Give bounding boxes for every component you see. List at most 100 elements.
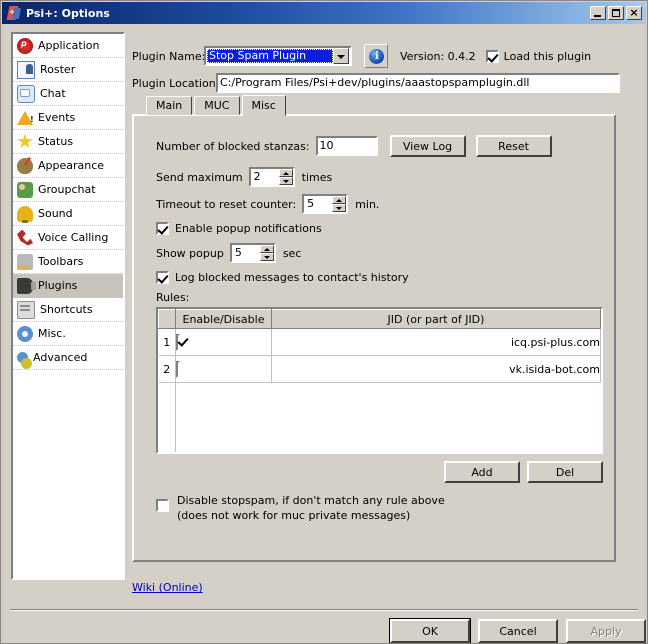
dialog-buttons: OK Cancel Apply bbox=[390, 619, 646, 643]
empty-cell bbox=[176, 383, 272, 455]
stepper-up-icon[interactable] bbox=[332, 196, 346, 204]
stepper-down-icon[interactable] bbox=[260, 253, 274, 261]
plugin-name-label: Plugin Name: bbox=[132, 50, 204, 63]
stepper-arrows[interactable] bbox=[332, 196, 346, 212]
row-number-empty bbox=[159, 383, 176, 455]
events-icon bbox=[17, 111, 33, 125]
sidebar-item-misc[interactable]: Misc. bbox=[13, 322, 123, 346]
timeout-value: 5 bbox=[304, 196, 332, 212]
appearance-icon bbox=[17, 158, 33, 174]
apply-button: Apply bbox=[566, 619, 646, 643]
sidebar-item-events[interactable]: Events bbox=[13, 106, 123, 130]
tab-main[interactable]: Main bbox=[146, 96, 192, 115]
send-maximum-label: Send maximum bbox=[156, 171, 243, 184]
sidebar-item-label: Toolbars bbox=[38, 255, 83, 268]
sidebar-item-sound[interactable]: Sound bbox=[13, 202, 123, 226]
row-enable-checkbox[interactable] bbox=[176, 361, 180, 378]
row-jid-cell[interactable]: icq.psi-plus.com bbox=[272, 329, 601, 356]
timeout-stepper[interactable]: 5 bbox=[302, 194, 348, 214]
category-sidebar[interactable]: Application Roster Chat Events Status Ap… bbox=[11, 32, 125, 580]
disable-stopspam-checkbox[interactable] bbox=[156, 499, 169, 512]
status-icon bbox=[17, 134, 33, 150]
column-header-jid[interactable]: JID (or part of JID) bbox=[272, 310, 601, 329]
sidebar-item-label: Roster bbox=[40, 63, 75, 76]
show-popup-label: Show popup bbox=[156, 247, 224, 260]
minimize-icon[interactable] bbox=[590, 6, 606, 20]
table-row[interactable]: 2 vk.isida-bot.com bbox=[159, 356, 601, 383]
plugin-name-value: Stop Spam Plugin bbox=[207, 49, 333, 63]
psi-plus-icon: + bbox=[6, 5, 22, 21]
table-header-row: Enable/Disable JID (or part of JID) bbox=[159, 310, 601, 329]
sidebar-item-voice-calling[interactable]: Voice Calling bbox=[13, 226, 123, 250]
title-bar[interactable]: + Psi+: Options × bbox=[2, 2, 646, 24]
plugin-location-row: Plugin Location: C:/Program Files/Psi+de… bbox=[132, 72, 620, 94]
plugin-version-label: Version: 0.4.2 bbox=[400, 50, 476, 63]
sidebar-item-toolbars[interactable]: Toolbars bbox=[13, 250, 123, 274]
load-this-plugin-checkbox[interactable] bbox=[486, 50, 499, 63]
sidebar-item-label: Status bbox=[38, 135, 73, 148]
enable-popup-checkbox[interactable] bbox=[156, 222, 169, 235]
view-log-button[interactable]: View Log bbox=[390, 135, 466, 157]
chevron-down-icon[interactable] bbox=[333, 48, 349, 64]
add-rule-button[interactable]: Add bbox=[444, 461, 520, 483]
sidebar-item-chat[interactable]: Chat bbox=[13, 82, 123, 106]
sidebar-item-groupchat[interactable]: Groupchat bbox=[13, 178, 123, 202]
row-enable-checkbox[interactable] bbox=[176, 334, 180, 351]
misc-icon bbox=[17, 326, 33, 342]
blocked-stanzas-input[interactable]: 10 bbox=[316, 136, 378, 156]
plugin-info-button[interactable]: i bbox=[364, 44, 388, 68]
sidebar-item-label: Events bbox=[38, 111, 75, 124]
show-popup-row: Show popup 5 sec bbox=[156, 242, 301, 264]
plugin-location-input[interactable]: C:/Program Files/Psi+dev/plugins/aaastop… bbox=[216, 73, 620, 93]
plugins-icon bbox=[17, 278, 33, 294]
sidebar-item-roster[interactable]: Roster bbox=[13, 58, 123, 82]
enable-popup-label: Enable popup notifications bbox=[175, 222, 322, 235]
toolbars-icon bbox=[17, 254, 33, 270]
stepper-arrows[interactable] bbox=[279, 169, 293, 185]
column-header-enable-disable[interactable]: Enable/Disable bbox=[176, 310, 272, 329]
row-enable-cell[interactable] bbox=[176, 356, 272, 383]
sidebar-item-shortcuts[interactable]: Shortcuts bbox=[13, 298, 123, 322]
stepper-arrows[interactable] bbox=[260, 245, 274, 261]
log-blocked-checkbox[interactable] bbox=[156, 271, 169, 284]
misc-tab-panel: Number of blocked stanzas: 10 View Log R… bbox=[132, 114, 616, 562]
client-area: Application Roster Chat Events Status Ap… bbox=[2, 24, 646, 642]
sidebar-item-status[interactable]: Status bbox=[13, 130, 123, 154]
stepper-down-icon[interactable] bbox=[332, 204, 346, 212]
maximize-icon[interactable] bbox=[608, 6, 624, 20]
ok-button[interactable]: OK bbox=[390, 619, 470, 643]
enable-popup-row[interactable]: Enable popup notifications bbox=[156, 220, 322, 236]
tab-misc[interactable]: Misc bbox=[242, 95, 286, 116]
sidebar-item-advanced[interactable]: Advanced bbox=[13, 346, 123, 370]
plugin-tabs[interactable]: Main MUC Misc bbox=[146, 94, 288, 115]
send-maximum-stepper[interactable]: 2 bbox=[249, 167, 295, 187]
tab-muc[interactable]: MUC bbox=[194, 96, 239, 115]
del-rule-button[interactable]: Del bbox=[527, 461, 603, 483]
cancel-button[interactable]: Cancel bbox=[478, 619, 558, 643]
disable-stopspam-row[interactable]: Disable stopspam, if don't match any rul… bbox=[156, 493, 445, 523]
sidebar-item-label: Advanced bbox=[33, 351, 87, 364]
show-popup-value: 5 bbox=[232, 245, 260, 261]
reset-button[interactable]: Reset bbox=[476, 135, 552, 157]
stepper-down-icon[interactable] bbox=[279, 177, 293, 185]
plugin-name-combobox[interactable]: Stop Spam Plugin bbox=[204, 46, 352, 66]
sidebar-item-plugins[interactable]: Plugins bbox=[13, 274, 123, 298]
row-number: 2 bbox=[159, 356, 176, 383]
timeout-label: Timeout to reset counter: bbox=[156, 198, 296, 211]
wiki-online-link[interactable]: Wiki (Online) bbox=[132, 581, 203, 594]
sidebar-item-appearance[interactable]: Appearance bbox=[13, 154, 123, 178]
footer-separator bbox=[10, 609, 638, 611]
sidebar-item-application[interactable]: Application bbox=[13, 34, 123, 58]
row-jid-cell[interactable]: vk.isida-bot.com bbox=[272, 356, 601, 383]
rules-table[interactable]: Enable/Disable JID (or part of JID) 1 ic… bbox=[156, 307, 603, 454]
log-blocked-row[interactable]: Log blocked messages to contact's histor… bbox=[156, 269, 409, 285]
table-row[interactable]: 1 icq.psi-plus.com bbox=[159, 329, 601, 356]
stepper-up-icon[interactable] bbox=[279, 169, 293, 177]
options-dialog: + Psi+: Options × Application Roster Cha… bbox=[0, 0, 648, 644]
chat-icon bbox=[17, 85, 35, 103]
show-popup-stepper[interactable]: 5 bbox=[230, 243, 276, 263]
stepper-up-icon[interactable] bbox=[260, 245, 274, 253]
row-enable-cell[interactable] bbox=[176, 329, 272, 356]
close-icon[interactable]: × bbox=[626, 6, 642, 20]
min-label: min. bbox=[355, 198, 379, 211]
